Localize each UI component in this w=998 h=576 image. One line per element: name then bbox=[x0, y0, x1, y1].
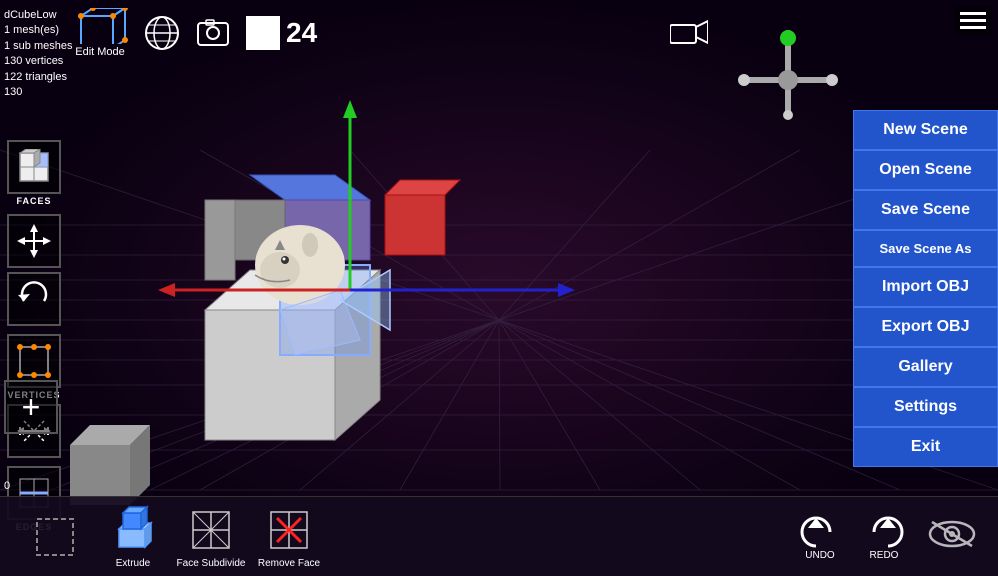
move-icon bbox=[16, 223, 52, 259]
bottom-tools-right: UNDO REDO bbox=[798, 512, 978, 561]
edit-cube-icon bbox=[73, 8, 128, 44]
remove-face-label: Remove Face bbox=[258, 558, 320, 569]
faces-label: FACES bbox=[16, 196, 51, 206]
sidebar-undo-rotate[interactable] bbox=[4, 272, 64, 326]
move-icon-box bbox=[7, 214, 61, 268]
undo-icon bbox=[798, 512, 842, 548]
remove-face-icon bbox=[267, 508, 311, 552]
coords-value: 0 bbox=[4, 480, 10, 492]
selection-icon-box bbox=[29, 511, 81, 563]
faces-icon-box bbox=[7, 140, 61, 194]
redo-label: REDO bbox=[870, 550, 899, 561]
import-obj-button[interactable]: Import OBJ bbox=[853, 267, 998, 307]
small-cube-corner bbox=[70, 425, 150, 505]
extrude-label: Extrude bbox=[116, 558, 150, 569]
selection-icon bbox=[33, 515, 77, 559]
frame-number: 24 bbox=[286, 17, 317, 49]
face-subdivide-icon-box bbox=[185, 504, 237, 556]
sidebar-faces[interactable]: FACES bbox=[4, 140, 64, 206]
viewport[interactable] bbox=[0, 0, 998, 576]
camera-icon bbox=[670, 19, 708, 47]
grid-background bbox=[0, 0, 998, 576]
frame-box bbox=[246, 16, 280, 50]
object-info-panel: dCubeLow 1 mesh(es) 1 sub meshes 130 ver… bbox=[4, 8, 72, 100]
remove-face-tool[interactable]: Remove Face bbox=[254, 504, 324, 569]
face-subdivide-label: Face Subdivide bbox=[177, 558, 246, 569]
redo-group[interactable]: REDO bbox=[862, 512, 906, 561]
screenshot-button[interactable] bbox=[194, 13, 234, 53]
orient-widget-svg bbox=[738, 30, 838, 120]
selection-tool[interactable] bbox=[20, 511, 90, 563]
bottom-toolbar: Extrude Face Subdivide bbox=[0, 496, 998, 576]
triangles-count: 122 triangles bbox=[4, 70, 72, 85]
hamburger-menu[interactable] bbox=[954, 6, 992, 35]
globe-button[interactable] bbox=[142, 13, 182, 53]
ham-line-1 bbox=[960, 12, 986, 15]
extrude-icon-box bbox=[107, 504, 159, 556]
extra-info: 130 bbox=[4, 85, 72, 100]
ham-line-3 bbox=[960, 26, 986, 29]
left-sidebar: FACES bbox=[4, 140, 64, 532]
vertices-count: 130 vertices bbox=[4, 54, 72, 69]
save-scene-as-button[interactable]: Save Scene As bbox=[853, 230, 998, 267]
ham-line-2 bbox=[960, 19, 986, 22]
screenshot-icon bbox=[196, 15, 232, 51]
orientation-widget bbox=[738, 30, 838, 120]
mesh-count: 1 mesh(es) bbox=[4, 23, 72, 38]
vertices-icon bbox=[16, 343, 52, 379]
plus-icon: + bbox=[22, 391, 41, 423]
frame-counter: 24 bbox=[246, 16, 317, 50]
undo-group[interactable]: UNDO bbox=[798, 512, 842, 561]
gallery-button[interactable]: Gallery bbox=[853, 347, 998, 387]
export-obj-button[interactable]: Export OBJ bbox=[853, 307, 998, 347]
face-subdivide-icon bbox=[189, 508, 233, 552]
faces-icon bbox=[16, 149, 52, 185]
undo-rotate-icon bbox=[16, 281, 52, 317]
edit-mode-label: Edit Mode bbox=[75, 46, 125, 58]
sub-meshes: 1 sub meshes bbox=[4, 39, 72, 54]
add-button[interactable]: + bbox=[4, 380, 58, 434]
exit-button[interactable]: Exit bbox=[853, 427, 998, 467]
remove-face-icon-box bbox=[263, 504, 315, 556]
eye-icon bbox=[926, 516, 978, 552]
settings-button[interactable]: Settings bbox=[853, 387, 998, 427]
globe-icon bbox=[144, 15, 180, 51]
coordinates-display: 0 bbox=[0, 478, 14, 494]
visibility-button[interactable] bbox=[926, 516, 978, 557]
right-menu: New Scene Open Scene Save Scene Save Sce… bbox=[853, 110, 998, 467]
extrude-tool[interactable]: Extrude bbox=[98, 504, 168, 569]
save-scene-button[interactable]: Save Scene bbox=[853, 190, 998, 230]
face-subdivide-tool[interactable]: Face Subdivide bbox=[176, 504, 246, 569]
camera-button[interactable] bbox=[669, 13, 709, 53]
undo-rotate-icon-box bbox=[7, 272, 61, 326]
object-name: dCubeLow bbox=[4, 8, 72, 23]
edit-mode-button[interactable]: Edit Mode bbox=[70, 8, 130, 58]
undo-label: UNDO bbox=[805, 550, 834, 561]
sidebar-move[interactable] bbox=[4, 214, 64, 268]
extrude-icon bbox=[111, 505, 155, 555]
open-scene-button[interactable]: Open Scene bbox=[853, 150, 998, 190]
top-toolbar: Edit Mode 24 bbox=[70, 8, 709, 58]
bottom-tools-left: Extrude Face Subdivide bbox=[20, 504, 324, 569]
new-scene-button[interactable]: New Scene bbox=[853, 110, 998, 150]
redo-icon bbox=[862, 512, 906, 548]
